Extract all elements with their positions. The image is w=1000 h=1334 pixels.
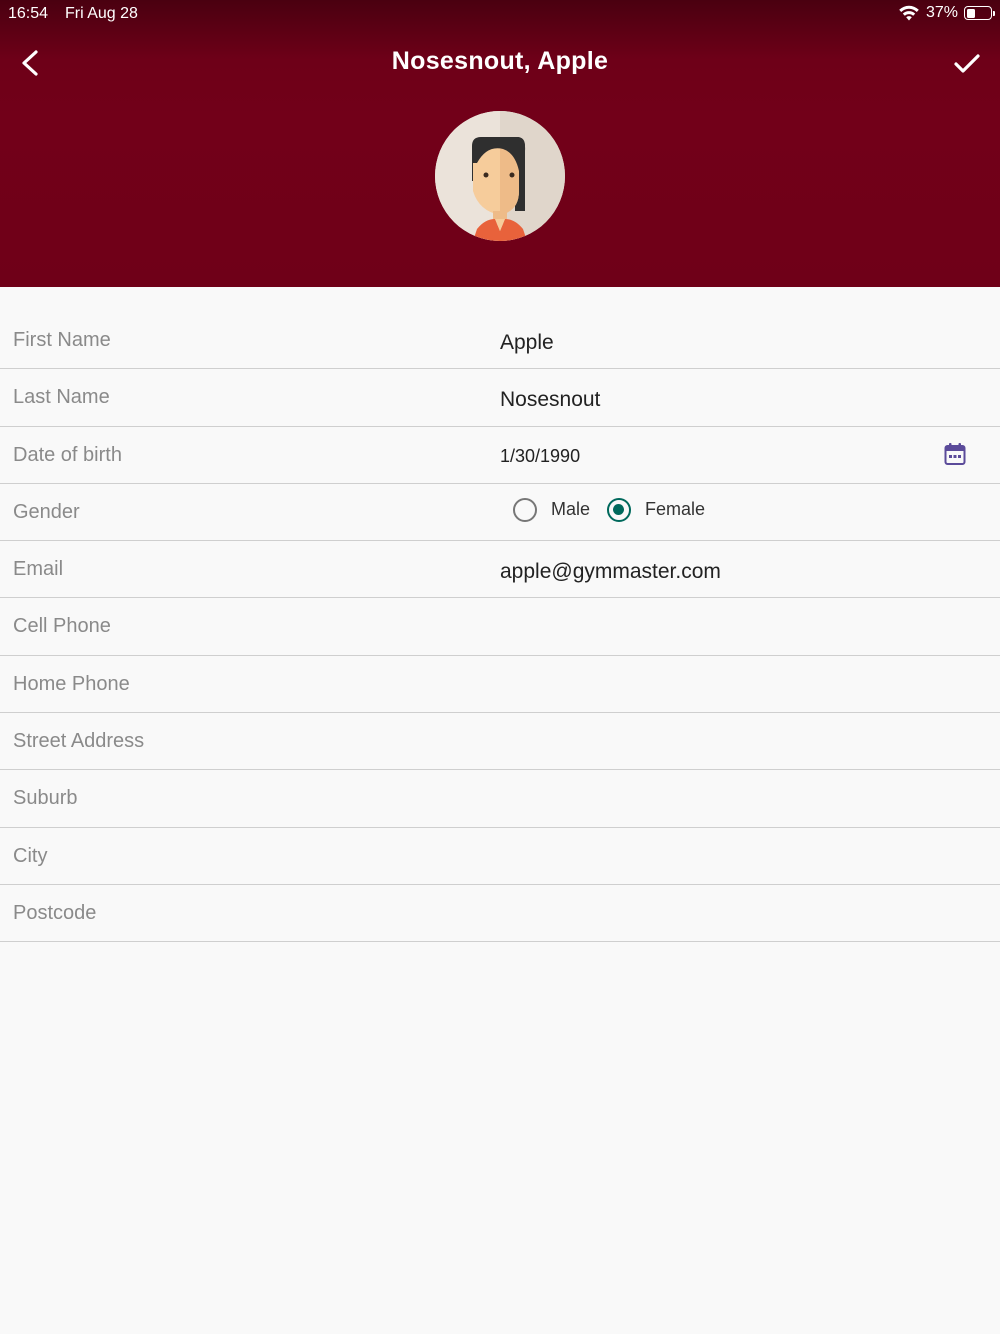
battery-percentage: 37% <box>925 4 958 21</box>
avatar[interactable] <box>435 111 565 241</box>
first-name-input[interactable]: Apple <box>500 331 554 355</box>
street-address-label: Street Address <box>13 730 145 753</box>
postcode-label: Postcode <box>13 901 97 924</box>
battery-icon <box>964 6 995 20</box>
dob-row[interactable]: Date of birth 1/30/1990 <box>0 427 1000 484</box>
gender-label: Gender <box>13 500 80 523</box>
last-name-row[interactable]: Last Name Nosesnout <box>0 369 1000 427</box>
email-label: Email <box>13 558 64 581</box>
dob-label: Date of birth <box>13 443 122 466</box>
city-row[interactable]: City <box>0 828 1000 885</box>
avatar-illustration-icon <box>435 111 565 241</box>
city-label: City <box>13 844 48 867</box>
profile-form: First Name Apple Last Name Nosesnout Dat… <box>0 312 1000 943</box>
gender-row: Gender Male Female <box>0 484 1000 542</box>
female-radio-label[interactable]: Female <box>645 499 705 520</box>
last-name-input[interactable]: Nosesnout <box>500 388 600 412</box>
save-checkmark-button[interactable] <box>950 46 984 80</box>
suburb-label: Suburb <box>13 787 78 810</box>
cell-phone-row[interactable]: Cell Phone <box>0 598 1000 656</box>
male-radio[interactable] <box>513 497 537 522</box>
email-input[interactable]: apple@gymmaster.com <box>500 560 721 584</box>
status-indicators: 37% <box>898 4 995 22</box>
female-radio[interactable] <box>607 497 632 522</box>
street-address-row[interactable]: Street Address <box>0 713 1000 771</box>
profile-header: 16:54 Fri Aug 28 37% Nosesnout, Apple <box>0 0 1000 287</box>
calendar-icon[interactable] <box>944 442 966 466</box>
first-name-label: First Name <box>13 329 111 351</box>
email-row[interactable]: Email apple@gymmaster.com <box>0 541 1000 599</box>
status-time: 16:54 <box>8 5 49 22</box>
dob-input[interactable]: 1/30/1990 <box>500 446 580 467</box>
home-phone-label: Home Phone <box>13 672 130 695</box>
suburb-row[interactable]: Suburb <box>0 770 1000 828</box>
postcode-row[interactable]: Postcode <box>0 885 1000 943</box>
wifi-icon <box>899 5 919 21</box>
gender-option-male[interactable]: Male <box>513 497 590 522</box>
gender-option-female[interactable]: Female <box>607 497 705 522</box>
male-radio-label[interactable]: Male <box>551 499 590 520</box>
gender-radio-group: Male Female <box>513 497 705 522</box>
page-title: Nosesnout, Apple <box>391 47 609 75</box>
home-phone-row[interactable]: Home Phone <box>0 656 1000 714</box>
cell-phone-label: Cell Phone <box>13 615 111 638</box>
status-date: Fri Aug 28 <box>65 5 138 22</box>
status-bar: 16:54 Fri Aug 28 37% <box>0 0 1000 28</box>
last-name-label: Last Name <box>13 386 110 409</box>
first-name-row[interactable]: First Name Apple <box>0 312 1000 370</box>
